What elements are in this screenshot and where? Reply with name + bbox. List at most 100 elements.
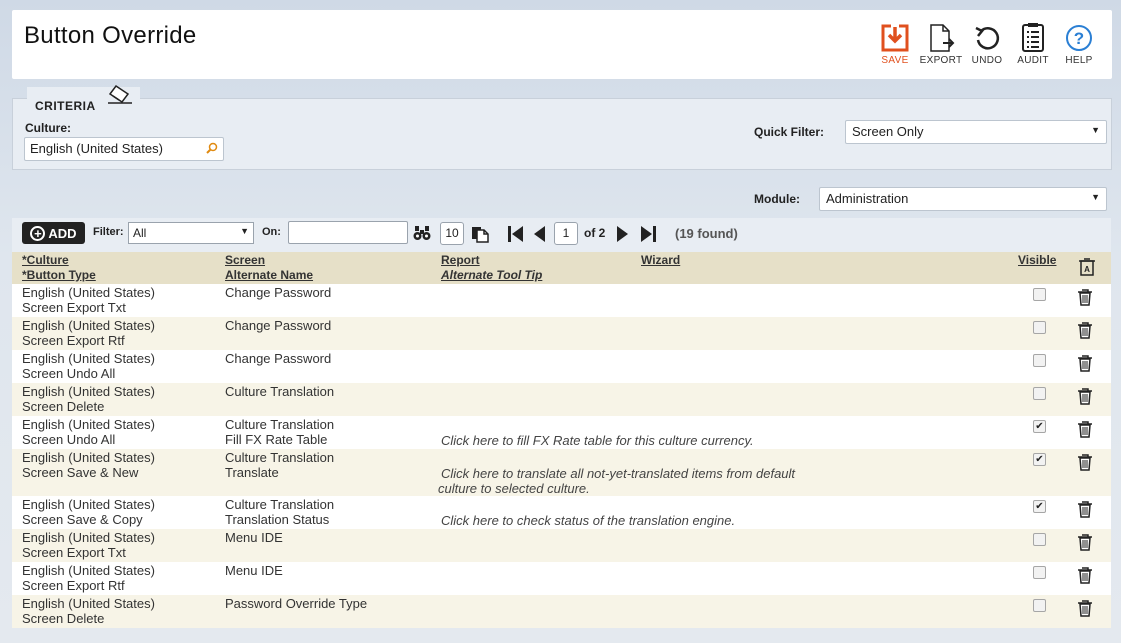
previous-page-icon[interactable] [532,225,546,246]
visible-checkbox[interactable]: ✔ [1033,453,1046,466]
culture-cell: English (United States) [22,450,155,465]
table-row[interactable]: English (United States) Screen Undo All Cu… [12,416,1111,449]
alternate-name-cell: Translate [225,465,279,480]
help-label: HELP [1065,55,1093,66]
table-row[interactable]: English (United States) Screen Save & New… [12,449,1111,496]
page-number-input[interactable]: 1 [554,222,578,245]
tool-tip-cell: Click here to check status of the transl… [441,513,736,528]
visible-checkbox[interactable] [1033,321,1046,334]
page-size-input[interactable]: 10 [440,222,464,245]
quick-filter-select[interactable]: Screen Only ▼ [845,120,1107,144]
export-txt-icon [918,22,964,54]
trash-icon[interactable] [1078,322,1092,342]
trash-icon[interactable] [1078,289,1092,309]
trash-icon[interactable] [1078,454,1092,474]
visible-checkbox[interactable]: ✔ [1033,500,1046,513]
help-button[interactable]: ? HELP [1056,22,1102,66]
button-type-cell: Screen Undo All [22,366,116,381]
culture-cell: English (United States) [22,351,155,366]
visible-checkbox[interactable] [1033,387,1046,400]
table-row[interactable]: English (United States) Screen Export Rtf… [12,317,1111,350]
undo-label: UNDO [971,55,1003,66]
screen-cell: Change Password [225,318,332,333]
audit-button[interactable]: AUDIT [1010,22,1056,66]
table-row[interactable]: English (United States) Screen Undo All Ch… [12,350,1111,383]
screen-cell: Culture Translation [225,450,335,465]
screen-cell: Culture Translation [225,497,335,512]
undo-button[interactable]: UNDO [964,22,1010,66]
visible-checkbox[interactable]: ✔ [1033,420,1046,433]
table-row[interactable]: English (United States) Screen Export Rtf… [12,562,1111,595]
visible-checkbox[interactable] [1033,354,1046,367]
eraser-icon[interactable] [107,84,132,107]
trash-icon[interactable] [1078,388,1092,408]
chevron-down-icon: ▼ [240,226,249,236]
button-type-cell: Screen Export Txt [22,545,126,560]
search-on-input[interactable] [288,221,408,244]
table-row[interactable]: English (United States) Screen Export Txt… [12,284,1111,317]
table-row[interactable]: English (United States) Screen Save & Cop… [12,496,1111,529]
screen-cell: Change Password [225,351,332,366]
col-screen[interactable]: Screen [225,253,265,267]
table-row[interactable]: English (United States) Screen Export Txt… [12,529,1111,562]
page-title: Button Override [24,22,197,49]
visible-checkbox[interactable] [1033,599,1046,612]
screen-cell: Culture Translation [225,384,335,399]
trash-icon[interactable] [1078,421,1092,441]
clear-filter-icon[interactable]: A [1079,258,1095,279]
col-culture[interactable]: *Culture [22,253,69,267]
table-row[interactable]: English (United States) Screen Delete Cult… [12,383,1111,416]
trash-icon[interactable] [1078,600,1092,620]
svg-text:?: ? [1074,29,1084,48]
save-label: SAVE [881,55,909,66]
module-value: Administration [826,191,909,206]
button-type-cell: Screen Delete [22,399,105,414]
filter-select[interactable]: All ▼ [128,222,254,244]
culture-cell: English (United States) [22,563,155,578]
save-button[interactable]: SAVE [872,22,918,66]
trash-icon[interactable] [1078,355,1092,375]
col-report[interactable]: Report [441,253,480,267]
table-row[interactable]: English (United States) Screen Delete Pass… [12,595,1111,628]
export-button[interactable]: EXPORT [918,22,964,66]
main-toolbar: SAVE EXPORT UNDO AUDIT ? HELP [872,22,1102,66]
visible-checkbox[interactable] [1033,566,1046,579]
button-type-cell: Screen Delete [22,611,105,626]
col-wizard[interactable]: Wizard [641,253,680,267]
alternate-name-cell: Fill FX Rate Table [225,432,328,447]
filter-value: All [133,226,147,240]
first-page-icon[interactable] [507,225,524,246]
culture-cell: English (United States) [22,417,155,432]
add-button[interactable]: + ADD [22,222,85,244]
grid-header: *Culture *Button Type Screen Alternate N… [12,252,1111,284]
export-label: EXPORT [919,55,963,66]
visible-checkbox[interactable] [1033,533,1046,546]
plus-icon: + [30,225,46,241]
col-visible[interactable]: Visible [1018,253,1056,267]
last-page-icon[interactable] [640,225,657,246]
binoculars-icon[interactable] [413,224,431,245]
visible-checkbox[interactable] [1033,288,1046,301]
tool-tip-cell-line2: culture to selected culture. [438,481,590,496]
module-select[interactable]: Administration ▼ [819,187,1107,211]
tool-tip-cell: Click here to translate all not-yet-tran… [441,466,796,481]
col-button-type[interactable]: *Button Type [22,268,96,282]
trash-icon[interactable] [1078,567,1092,587]
col-alternate-tool-tip[interactable]: Alternate Tool Tip [441,268,542,282]
tool-tip-cell: Click here to fill FX Rate table for thi… [441,433,754,448]
button-type-cell: Screen Save & New [22,465,139,480]
search-icon[interactable] [206,142,218,157]
button-type-cell: Screen Save & Copy [22,512,143,527]
culture-lookup-field[interactable]: English (United States) [24,137,224,161]
criteria-panel: CRITERIA Culture: English (United States… [12,84,1112,170]
save-icon [872,22,918,54]
trash-icon[interactable] [1078,501,1092,521]
col-alternate-name[interactable]: Alternate Name [225,268,313,282]
culture-cell: English (United States) [22,318,155,333]
trash-icon[interactable] [1078,534,1092,554]
button-type-cell: Screen Export Rtf [22,333,125,348]
copy-icon[interactable] [471,224,489,246]
criteria-legend: CRITERIA [27,84,140,113]
results-count: (19 found) [675,226,738,241]
next-page-icon[interactable] [616,225,630,246]
